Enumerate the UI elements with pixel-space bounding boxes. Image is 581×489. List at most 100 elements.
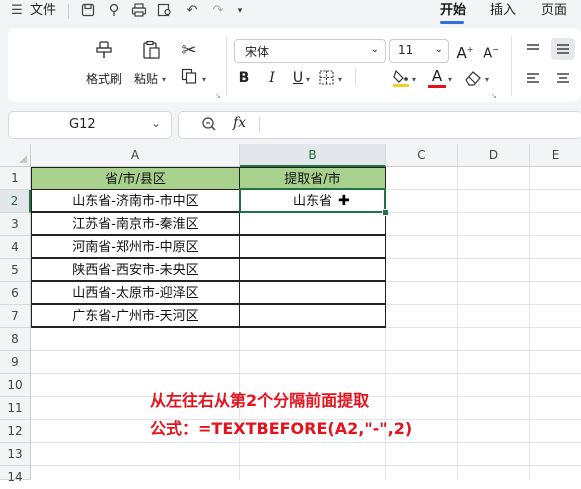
table-cell-a[interactable]: 河南省-郑州市-中原区 <box>31 235 240 258</box>
cursor-crosshair-icon: ✚ <box>338 193 350 209</box>
gridline <box>457 167 458 480</box>
align-top-icon[interactable] <box>526 43 540 58</box>
chevron-down-icon[interactable]: ▾ <box>202 75 206 84</box>
annotation-line-1: 从左往右从第2个分隔前面提取 <box>150 391 370 410</box>
header-cell-b1[interactable]: 提取省/市 <box>239 167 386 190</box>
paste-icon[interactable] <box>140 40 162 66</box>
row-header[interactable]: 10 <box>0 374 31 397</box>
spreadsheet-grid[interactable]: A B C D E 1 2 3 4 5 6 7 8 9 10 11 12 13 … <box>0 144 581 484</box>
gridline <box>31 442 581 443</box>
format-painter-button[interactable]: 格式刷 <box>86 72 122 86</box>
dialog-launcher-icon[interactable]: ↘ <box>491 92 497 100</box>
format-painter-icon[interactable] <box>93 40 115 66</box>
print-icon[interactable] <box>131 3 147 19</box>
tab-home[interactable]: 开始 <box>440 3 466 19</box>
row-header[interactable]: 12 <box>0 420 31 443</box>
bold-icon[interactable]: B <box>235 68 253 88</box>
chevron-down-icon[interactable]: ▾ <box>306 75 310 84</box>
font-name-select[interactable]: 宋体 ⌄ <box>234 39 386 63</box>
table-cell-b[interactable] <box>239 258 386 281</box>
row-header[interactable]: 4 <box>0 236 31 259</box>
chevron-down-icon[interactable]: ▾ <box>232 3 248 19</box>
decrease-font-icon[interactable]: A− <box>482 40 500 61</box>
chevron-down-icon[interactable]: ▾ <box>412 75 416 84</box>
align-middle-button[interactable] <box>551 38 575 60</box>
gridline <box>31 373 581 374</box>
gridline <box>529 167 530 480</box>
undo-icon[interactable]: ↶ <box>184 3 200 19</box>
table-cell-b[interactable] <box>239 304 386 327</box>
row-header[interactable]: 3 <box>0 213 31 236</box>
fx-icon[interactable]: fx <box>233 115 246 131</box>
header-cell-a1[interactable]: 省/市/县区 <box>31 167 240 190</box>
name-box-value: G12 <box>69 117 96 132</box>
row-header[interactable]: 8 <box>0 328 31 351</box>
clear-eraser-icon[interactable] <box>464 70 482 89</box>
table-cell-a[interactable]: 山东省-济南市-市中区 <box>31 189 240 212</box>
row-header[interactable]: 5 <box>0 259 31 282</box>
hamburger-icon[interactable]: ☰ <box>10 3 24 19</box>
chevron-down-icon[interactable]: ▾ <box>162 75 166 84</box>
column-header-b[interactable]: B <box>240 144 386 167</box>
tab-page[interactable]: 页面 <box>541 3 567 19</box>
chevron-down-icon[interactable]: ▾ <box>448 75 452 84</box>
row-header[interactable]: 7 <box>0 305 31 328</box>
dialog-launcher-icon[interactable]: ↘ <box>215 92 221 100</box>
row-header[interactable]: 6 <box>0 282 31 305</box>
cut-icon[interactable]: ✂ <box>178 40 200 62</box>
row-header[interactable]: 14 <box>0 466 31 484</box>
print-preview-icon[interactable] <box>157 3 173 19</box>
redo-icon[interactable]: ↷ <box>210 3 226 19</box>
title-bar: ☰ 文件 ↶ ↷ ▾ 开始 插入 页面 <box>0 0 581 24</box>
align-left-icon[interactable] <box>526 72 540 87</box>
chevron-down-icon[interactable]: ▾ <box>485 75 489 84</box>
row-header[interactable]: 1 <box>0 167 31 190</box>
divider <box>68 4 69 19</box>
chevron-down-icon[interactable]: ⌄ <box>151 116 161 130</box>
italic-icon[interactable]: I <box>263 68 281 88</box>
chevron-down-icon[interactable]: ▾ <box>338 75 342 84</box>
table-cell-b[interactable] <box>239 235 386 258</box>
fill-color-icon[interactable] <box>392 68 410 91</box>
table-cell-a[interactable]: 陕西省-西安市-未央区 <box>31 258 240 281</box>
save-icon[interactable] <box>80 3 96 19</box>
select-all-corner[interactable] <box>0 144 31 167</box>
table-cell-b[interactable] <box>239 212 386 235</box>
column-header-c[interactable]: C <box>386 144 458 167</box>
column-header-d[interactable]: D <box>458 144 530 167</box>
align-center-icon[interactable] <box>556 72 570 87</box>
formula-input[interactable]: fx <box>178 111 581 139</box>
divider <box>226 36 227 96</box>
table-cell-a[interactable]: 江苏省-南京市-秦淮区 <box>31 212 240 235</box>
annotation-line-2: 公式：=TEXTBEFORE(A2,"-",2) <box>150 419 413 438</box>
underline-icon[interactable]: U <box>289 68 307 88</box>
row-header[interactable]: 11 <box>0 397 31 420</box>
format-brush-icon[interactable] <box>106 3 122 19</box>
chevron-down-icon: ⌄ <box>370 44 379 55</box>
paste-button[interactable]: 粘贴 <box>134 72 158 86</box>
column-header-e[interactable]: E <box>530 144 581 167</box>
fill-handle[interactable] <box>382 209 389 216</box>
divider <box>355 68 356 86</box>
table-cell-a[interactable]: 山西省-太原市-迎泽区 <box>31 281 240 304</box>
font-size-select[interactable]: 11 ⌄ <box>389 39 449 63</box>
increase-font-icon[interactable]: A+ <box>456 40 474 62</box>
table-cell-a[interactable]: 广东省-广州市-天河区 <box>31 304 240 327</box>
row-header[interactable]: 9 <box>0 351 31 374</box>
row-header[interactable]: 2 <box>0 190 31 213</box>
tab-insert[interactable]: 插入 <box>490 3 516 19</box>
gridline <box>31 465 581 466</box>
copy-icon[interactable] <box>178 68 200 90</box>
zoom-search-icon[interactable] <box>201 116 217 135</box>
font-color-icon[interactable]: A <box>428 67 446 89</box>
divider <box>259 117 260 133</box>
file-menu[interactable]: 文件 <box>30 3 56 19</box>
font-name-value: 宋体 <box>245 45 270 59</box>
font-size-value: 11 <box>398 43 414 57</box>
column-header-a[interactable]: A <box>31 144 240 167</box>
table-cell-b[interactable] <box>239 281 386 304</box>
name-box[interactable]: G12 ⌄ <box>8 111 172 139</box>
border-icon[interactable] <box>319 70 334 88</box>
active-cell-outline <box>239 188 386 213</box>
row-header[interactable]: 13 <box>0 443 31 466</box>
